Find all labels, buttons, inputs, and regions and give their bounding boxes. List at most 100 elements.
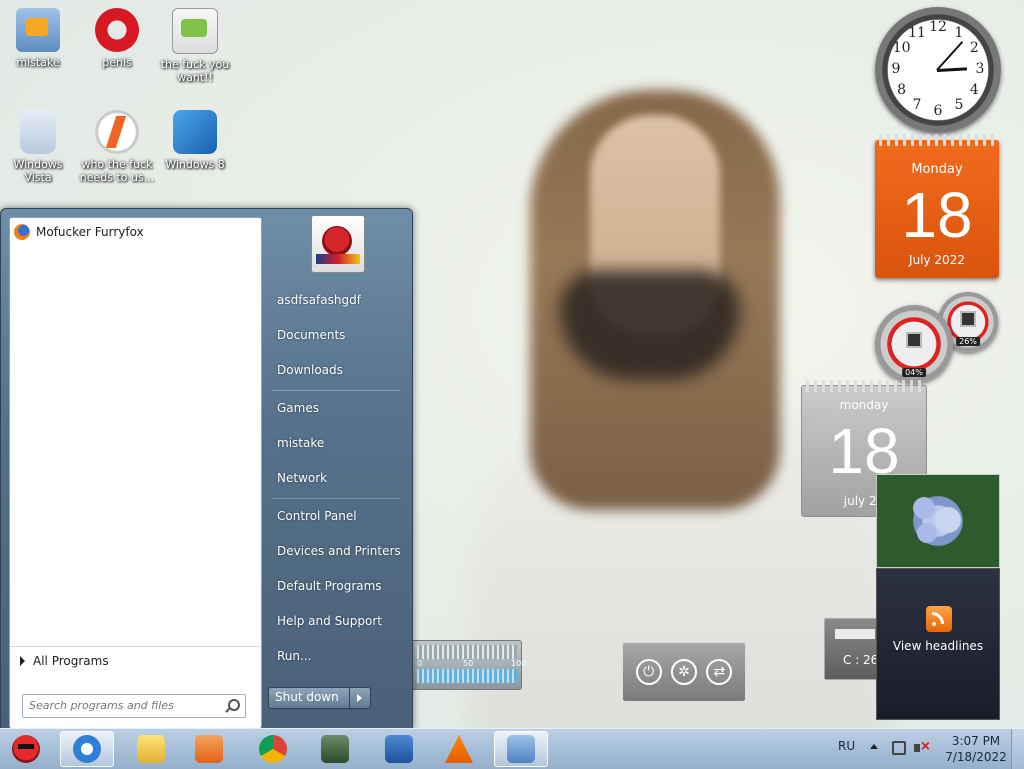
clock-number: 10 bbox=[892, 40, 911, 56]
clock-number: 4 bbox=[969, 82, 979, 98]
start-item-default-programs[interactable]: Default Programs bbox=[277, 579, 382, 593]
switch-user-icon[interactable]: ⇄ bbox=[706, 659, 733, 685]
all-programs-button[interactable]: All Programs bbox=[10, 646, 261, 674]
firefox-icon bbox=[14, 224, 30, 240]
drive-usage-bar bbox=[835, 629, 875, 639]
start-menu-places-pane: asdfsafashgdf Documents Downloads Games … bbox=[263, 209, 412, 729]
avatar-stripe bbox=[316, 254, 360, 264]
cpu-chip-icon bbox=[906, 332, 922, 349]
cpu-meter-gadget[interactable]: 04% bbox=[875, 305, 953, 383]
taskbar-clock[interactable]: 3:07 PM 7/18/2022 bbox=[944, 733, 1008, 765]
calendar-day-number: 18 bbox=[901, 179, 973, 251]
chrome-icon bbox=[259, 735, 287, 763]
start-item-network[interactable]: Network bbox=[277, 471, 327, 485]
taskbar-date: 7/18/2022 bbox=[945, 750, 1007, 764]
start-button[interactable] bbox=[4, 731, 46, 767]
language-indicator[interactable]: RU bbox=[838, 739, 855, 753]
remote-desktop-icon bbox=[507, 735, 535, 763]
shutdown-options-button[interactable] bbox=[350, 688, 370, 708]
search-input[interactable] bbox=[23, 695, 225, 715]
cpu-percent: 04% bbox=[902, 368, 926, 377]
angry-bird-avatar-icon bbox=[322, 226, 352, 256]
clock-number: 1 bbox=[954, 24, 964, 41]
desktop-icon-label: the fuck you want!! bbox=[160, 58, 230, 84]
feed-headlines-gadget[interactable]: View headlines bbox=[876, 568, 1000, 720]
windows-logo-icon bbox=[173, 110, 217, 154]
folder-icon bbox=[137, 735, 165, 763]
flower-petal bbox=[935, 507, 961, 533]
start-item-downloads[interactable]: Downloads bbox=[277, 363, 343, 377]
calendar-rings bbox=[879, 134, 995, 146]
shutdown-button-group: Shut down bbox=[268, 687, 371, 709]
clock-number: 2 bbox=[969, 40, 979, 56]
installer-icon bbox=[385, 735, 413, 763]
drive-label: C : 26 bbox=[843, 653, 879, 667]
media-player-icon bbox=[195, 735, 223, 763]
clock-number: 12 bbox=[929, 19, 947, 35]
sleep-icon[interactable]: ✲ bbox=[670, 659, 697, 685]
desktop-icon-recycle-bin[interactable]: Windows Vista bbox=[0, 110, 76, 184]
internet-explorer-icon bbox=[73, 735, 101, 763]
taskbar-chrome[interactable] bbox=[246, 731, 300, 767]
power-icon[interactable]: ⏻ bbox=[635, 659, 662, 685]
volume-muted-icon[interactable] bbox=[914, 739, 931, 755]
desktop-icon-penis[interactable]: penis bbox=[79, 8, 155, 69]
desktop-icon-mistake[interactable]: mistake bbox=[0, 8, 76, 69]
desktop-icon-lightning[interactable]: who the fuck needs to us... bbox=[79, 110, 155, 184]
clock-number: 9 bbox=[891, 61, 901, 77]
desktop-icon-text-file[interactable]: the fuck you want!! bbox=[157, 8, 233, 84]
pinned-program-firefox[interactable]: Mofucker Furryfox bbox=[14, 224, 144, 240]
volume-scale bbox=[417, 645, 517, 659]
search-icon[interactable] bbox=[228, 699, 240, 711]
taskbar-installer[interactable] bbox=[372, 731, 426, 767]
separator bbox=[271, 498, 401, 499]
start-menu: Mofucker Furryfox All Programs asdfsafas… bbox=[0, 208, 413, 730]
memory-percent: 26% bbox=[956, 337, 980, 346]
user-avatar[interactable] bbox=[311, 215, 365, 273]
flower-petal bbox=[913, 497, 935, 519]
clock-number: 11 bbox=[908, 24, 926, 41]
start-item-mistake[interactable]: mistake bbox=[277, 436, 324, 450]
volume-gadget[interactable]: 0 50 100 bbox=[410, 640, 526, 690]
flower-petal bbox=[917, 523, 937, 543]
hour-hand bbox=[936, 67, 968, 72]
taskbar-media-player[interactable] bbox=[182, 731, 236, 767]
desktop-icon-label: who the fuck needs to us... bbox=[79, 158, 155, 184]
separator bbox=[271, 390, 401, 391]
recycle-bin-icon bbox=[20, 110, 56, 154]
taskbar-remote-desktop[interactable] bbox=[494, 731, 548, 767]
chevron-right-icon bbox=[357, 694, 363, 702]
start-search-box[interactable] bbox=[22, 694, 246, 718]
show-hidden-icons-icon[interactable] bbox=[870, 744, 878, 749]
clock-number: 8 bbox=[897, 82, 907, 98]
taskbar-vlc[interactable] bbox=[432, 731, 486, 767]
start-item-documents[interactable]: Documents bbox=[277, 328, 345, 342]
show-desktop-button[interactable] bbox=[1011, 729, 1024, 769]
taskbar-computer-tool[interactable] bbox=[308, 731, 362, 767]
calendar-gadget[interactable]: Monday 18 July 2022 bbox=[875, 134, 999, 278]
view-headlines-link[interactable]: View headlines bbox=[877, 639, 999, 653]
clock-number: 3 bbox=[975, 61, 985, 77]
drive-meter-gadget[interactable]: C : 26 bbox=[824, 618, 880, 680]
volume-scale-mid: 50 bbox=[463, 659, 474, 668]
network-icon[interactable] bbox=[892, 741, 906, 755]
start-item-games[interactable]: Games bbox=[277, 401, 319, 415]
desktop-icon-windows-8[interactable]: Windows 8 bbox=[157, 110, 233, 171]
volume-scale-min: 0 bbox=[417, 659, 423, 668]
start-item-user-folder[interactable]: asdfsafashgdf bbox=[277, 293, 361, 307]
power-controls-gadget: ⏻ ✲ ⇄ bbox=[622, 642, 746, 702]
start-item-devices-printers[interactable]: Devices and Printers bbox=[277, 544, 401, 558]
calendar-day-name: Monday bbox=[911, 162, 963, 177]
chevron-right-icon bbox=[20, 655, 25, 666]
shutdown-button[interactable]: Shut down bbox=[269, 688, 350, 708]
start-item-control-panel[interactable]: Control Panel bbox=[277, 509, 357, 523]
taskbar-internet-explorer[interactable] bbox=[60, 731, 114, 767]
clock-gadget[interactable]: 12 1 2 3 4 5 6 7 8 9 10 11 bbox=[875, 7, 1001, 133]
calendar-rings bbox=[806, 380, 922, 392]
start-item-run[interactable]: Run... bbox=[277, 649, 311, 663]
computer-icon bbox=[16, 8, 60, 52]
slideshow-gadget[interactable] bbox=[876, 474, 1000, 568]
start-item-help-support[interactable]: Help and Support bbox=[277, 614, 382, 628]
taskbar-library-folder[interactable] bbox=[124, 731, 178, 767]
taskbar: RU 3:07 PM 7/18/2022 bbox=[0, 728, 1024, 769]
